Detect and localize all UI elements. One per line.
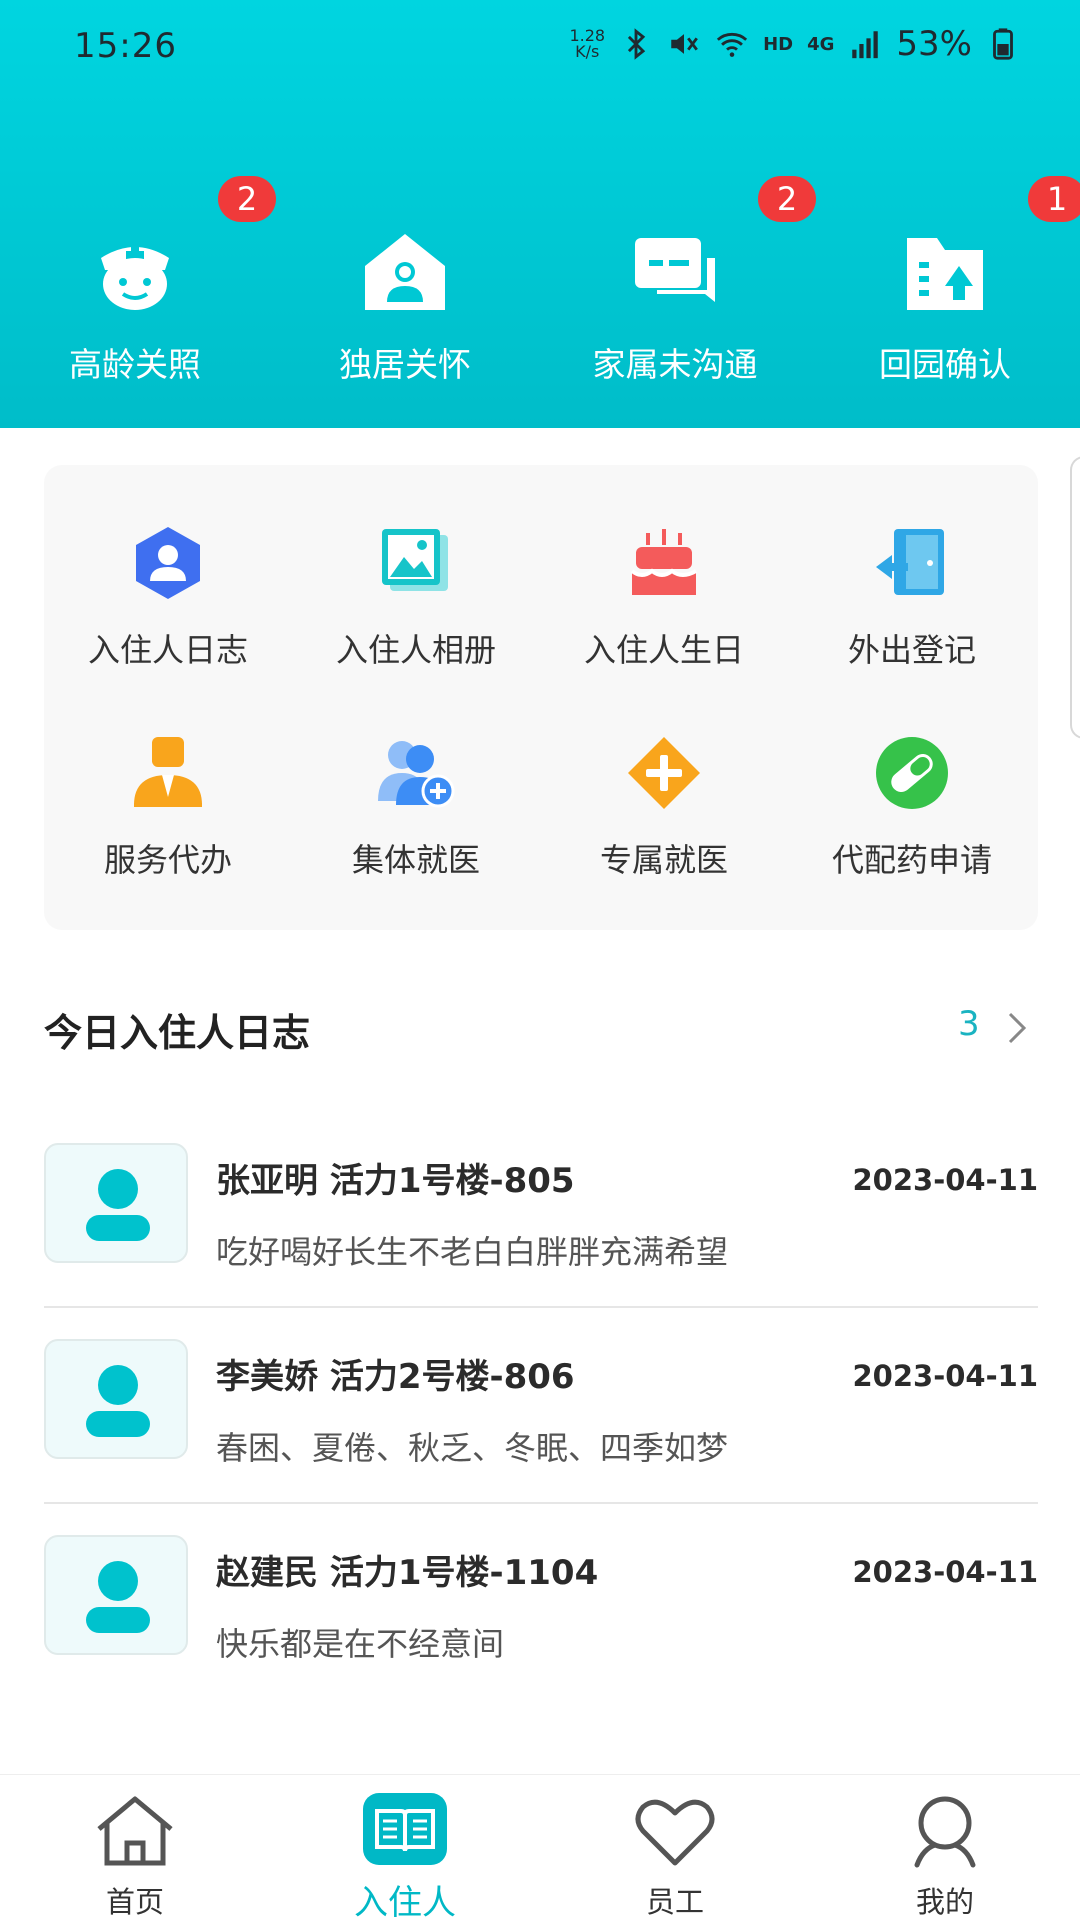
feature-label: 入住人日志 — [87, 631, 248, 669]
feature-resident-log[interactable]: 入住人日志 — [44, 465, 292, 669]
bottom-nav: 首页 入住人 员工 我的 — [0, 1774, 1080, 1923]
feature-resident-album[interactable]: 入住人相册 — [292, 465, 540, 669]
log-date: 2023-04-11 — [852, 1359, 1039, 1393]
status-bar: 15:26 1.28 K/s HD 4G 53% — [0, 0, 1080, 90]
user-icon — [86, 1365, 150, 1437]
quick-action-elderly-care[interactable]: 高龄关照 2 — [0, 170, 276, 400]
user-icon — [86, 1561, 150, 1633]
feature-label: 服务代办 — [103, 841, 232, 879]
feature-grid: 入住人日志 入住人相册 入住人生日 外出登记 服务代办 集体就医 专属就医 代配… — [44, 465, 1038, 930]
log-content: 吃好喝好长生不老白白胖胖充满希望 — [216, 1233, 729, 1271]
mute-icon — [671, 34, 698, 54]
log-content: 快乐都是在不经意间 — [216, 1625, 505, 1663]
quick-action-label: 高龄关照 — [69, 345, 201, 384]
resident-name: 赵建民 活力1号楼-1104 — [216, 1553, 599, 1593]
signal-icon — [852, 31, 879, 59]
home-icon — [97, 1796, 173, 1866]
notification-badge: 2 — [218, 176, 276, 222]
feature-service-agent[interactable]: 服务代办 — [44, 675, 292, 879]
log-list-item[interactable]: 张亚明 活力1号楼-805 2023-04-11 吃好喝好长生不老白白胖胖充满希… — [44, 1143, 1038, 1339]
log-count[interactable]: 3 — [958, 1004, 980, 1044]
header-banner: 15:26 1.28 K/s HD 4G 53% 高龄关照 2 独居关怀 家属未… — [0, 0, 1080, 428]
nav-home[interactable]: 首页 — [0, 1775, 270, 1920]
chevron-right-icon[interactable] — [1002, 1008, 1032, 1048]
status-time: 15:26 — [74, 26, 177, 66]
network-speed: 1.28 K/s — [569, 28, 605, 60]
battery-icon — [993, 28, 1013, 60]
birthday-cake-icon — [630, 529, 697, 595]
network-type: 4G — [807, 33, 835, 55]
group-medical-icon — [378, 741, 455, 808]
nav-residents[interactable]: 入住人 — [270, 1775, 540, 1923]
nav-label: 员工 — [645, 1885, 704, 1919]
log-date: 2023-04-11 — [852, 1555, 1039, 1589]
quick-action-label: 家属未沟通 — [592, 345, 758, 384]
hd-indicator: HD — [763, 33, 794, 55]
bluetooth-icon — [628, 28, 646, 60]
divider — [44, 1306, 1038, 1308]
scroll-handle[interactable] — [1070, 456, 1080, 739]
wifi-icon — [716, 32, 748, 57]
building-return-icon — [907, 238, 983, 310]
notification-badge: 2 — [758, 176, 816, 222]
nav-label: 我的 — [915, 1885, 974, 1919]
user-outline-icon — [914, 1796, 976, 1868]
nav-staff[interactable]: 员工 — [540, 1775, 810, 1920]
feature-label: 入住人相册 — [335, 631, 496, 669]
user-icon — [86, 1169, 150, 1241]
section-title: 今日入住人日志 — [44, 1011, 311, 1055]
feature-resident-birthday[interactable]: 入住人生日 — [540, 465, 788, 669]
feature-label: 代配药申请 — [831, 841, 992, 879]
avatar — [44, 1143, 188, 1263]
feature-exclusive-medical[interactable]: 专属就医 — [540, 675, 788, 879]
avatar — [44, 1339, 188, 1459]
feature-label: 专属就医 — [599, 841, 728, 879]
notification-badge: 1 — [1028, 176, 1080, 222]
feature-label: 外出登记 — [847, 631, 976, 669]
feature-group-medical[interactable]: 集体就医 — [292, 675, 540, 879]
quick-action-label: 回园确认 — [879, 345, 1011, 384]
quick-action-return-confirm[interactable]: 回园确认 1 — [810, 170, 1080, 400]
feature-label: 入住人生日 — [583, 631, 744, 669]
log-list-item[interactable]: 李美娇 活力2号楼-806 2023-04-11 春困、夏倦、秋乏、冬眠、四季如… — [44, 1339, 1038, 1535]
battery-level: 53% — [896, 24, 972, 64]
chat-icon — [635, 238, 715, 302]
heart-icon — [635, 1799, 715, 1866]
service-agent-icon — [134, 737, 202, 807]
network-speed-unit: K/s — [575, 42, 600, 61]
nav-mine[interactable]: 我的 — [810, 1775, 1080, 1920]
resident-name: 张亚明 活力1号楼-805 — [216, 1161, 575, 1201]
divider — [44, 1502, 1038, 1504]
resident-log-icon — [136, 527, 200, 599]
quick-actions: 高龄关照 2 独居关怀 家属未沟通 2 回园确认 1 — [0, 170, 1080, 400]
log-date: 2023-04-11 — [852, 1163, 1039, 1197]
log-content: 春困、夏倦、秋乏、冬眠、四季如梦 — [216, 1429, 729, 1467]
nav-label: 入住人 — [354, 1883, 456, 1923]
nurse-icon — [101, 246, 169, 310]
feature-outing-register[interactable]: 外出登记 — [788, 465, 1036, 669]
avatar — [44, 1535, 188, 1655]
quick-action-label: 独居关怀 — [339, 345, 471, 384]
resident-name: 李美娇 活力2号楼-806 — [216, 1357, 575, 1397]
exit-door-icon — [876, 529, 944, 595]
nav-label: 首页 — [105, 1885, 164, 1919]
book-icon — [363, 1793, 447, 1865]
pill-icon — [876, 737, 948, 809]
home-person-icon — [365, 234, 445, 310]
feature-label: 集体就医 — [351, 841, 480, 879]
status-icons: 1.28 K/s HD 4G 53% — [569, 24, 1020, 64]
quick-action-family-communication[interactable]: 家属未沟通 2 — [540, 170, 816, 400]
album-icon — [382, 529, 448, 591]
medical-cross-icon — [628, 737, 700, 809]
feature-medicine-application[interactable]: 代配药申请 — [788, 675, 1036, 879]
log-list-item[interactable]: 赵建民 活力1号楼-1104 2023-04-11 快乐都是在不经意间 — [44, 1535, 1038, 1731]
quick-action-living-alone[interactable]: 独居关怀 — [270, 170, 540, 400]
